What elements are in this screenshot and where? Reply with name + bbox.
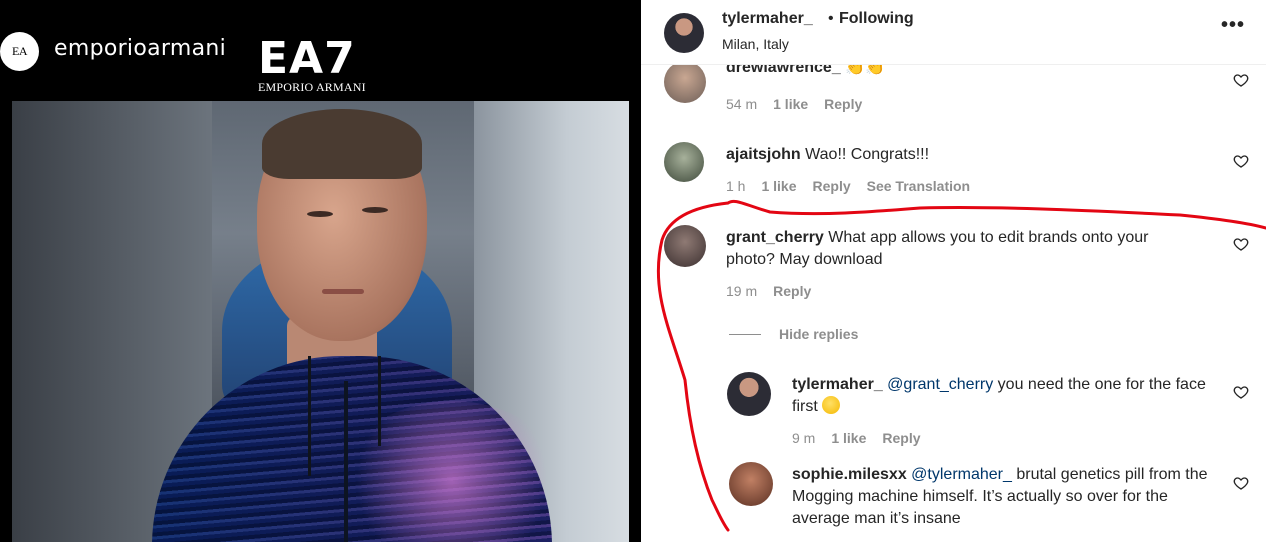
location-link[interactable]: Milan, Italy xyxy=(722,36,789,52)
hide-replies-label: Hide replies xyxy=(779,326,859,342)
commenter-username[interactable]: grant_cherry xyxy=(726,229,824,246)
reply-button[interactable]: Reply xyxy=(773,283,811,299)
comments-panel: drewlawrence_ 👏👏 54 m 1 like Reply ajait… xyxy=(641,0,1266,542)
ea7-logo: EA7 EMPORIO ARMANI xyxy=(258,33,366,95)
reply-button[interactable]: Reply xyxy=(813,178,851,194)
reply-item: sophie.milesxx @tylermaher_ brutal genet… xyxy=(641,462,1266,542)
emporio-armani-logo-icon[interactable]: EA xyxy=(0,32,39,71)
post-header: tylermaher_ • Following Milan, Italy ••• xyxy=(641,0,1266,65)
comment-likes[interactable]: 1 like xyxy=(761,178,796,194)
commenter-username[interactable]: sophie.milesxx xyxy=(792,466,907,483)
heart-icon[interactable] xyxy=(1233,153,1249,169)
commenter-avatar[interactable] xyxy=(664,142,704,182)
more-options-icon[interactable]: ••• xyxy=(1219,15,1247,38)
mention-link[interactable]: @tylermaher_ xyxy=(911,466,1012,483)
winking-face-icon xyxy=(822,396,841,414)
reply-button[interactable]: Reply xyxy=(824,96,862,112)
heart-icon[interactable] xyxy=(1233,72,1249,88)
post-image: EA emporioarmani EA7 EMPORIO ARMANI xyxy=(0,0,641,542)
following-button[interactable]: Following xyxy=(839,10,914,28)
heart-icon[interactable] xyxy=(1233,475,1249,491)
comment-time: 54 m xyxy=(726,96,758,112)
comment-item: drewlawrence_ 👏👏 54 m 1 like Reply xyxy=(641,59,1266,125)
commenter-avatar[interactable] xyxy=(664,225,706,267)
brand-account-name[interactable]: emporioarmani xyxy=(54,36,226,61)
separator-dot: • xyxy=(828,10,834,27)
comment-time: 19 m xyxy=(726,283,758,299)
divider xyxy=(729,333,761,335)
commenter-avatar[interactable] xyxy=(729,462,773,506)
comment-time: 1 h xyxy=(726,178,746,194)
comment-meta: 1 h 1 like Reply See Translation xyxy=(726,178,970,194)
heart-icon[interactable] xyxy=(1233,384,1249,400)
commenter-avatar[interactable] xyxy=(664,61,706,103)
comment-time: 9 m xyxy=(792,430,816,446)
commenter-avatar[interactable] xyxy=(727,372,771,416)
comment-likes[interactable]: 1 like xyxy=(773,96,808,112)
comment-meta: 9 m 1 like Reply xyxy=(792,430,921,446)
mention-link[interactable]: @grant_cherry xyxy=(887,376,993,393)
commenter-username[interactable]: tylermaher_ xyxy=(792,376,883,393)
comment-likes[interactable]: 1 like xyxy=(831,430,866,446)
reply-item: tylermaher_ @grant_cherry you need the o… xyxy=(641,372,1266,452)
comment-text: Wao!! Congrats!!! xyxy=(800,146,930,163)
comment-meta: 19 m Reply xyxy=(726,283,811,299)
reply-button[interactable]: Reply xyxy=(882,430,920,446)
comment-item: grant_cherry What app allows you to edit… xyxy=(641,225,1266,310)
poster-avatar[interactable] xyxy=(664,13,704,53)
commenter-username[interactable]: ajaitsjohn xyxy=(726,146,801,163)
model-photo xyxy=(12,101,629,542)
comment-meta: 54 m 1 like Reply xyxy=(726,96,862,112)
comment-item: ajaitsjohn Wao!! Congrats!!! 1 h 1 like … xyxy=(641,140,1266,210)
see-translation-button[interactable]: See Translation xyxy=(867,178,970,194)
hide-replies-button[interactable]: Hide replies xyxy=(729,326,858,342)
heart-icon[interactable] xyxy=(1233,236,1249,252)
poster-username[interactable]: tylermaher_ xyxy=(722,10,813,28)
